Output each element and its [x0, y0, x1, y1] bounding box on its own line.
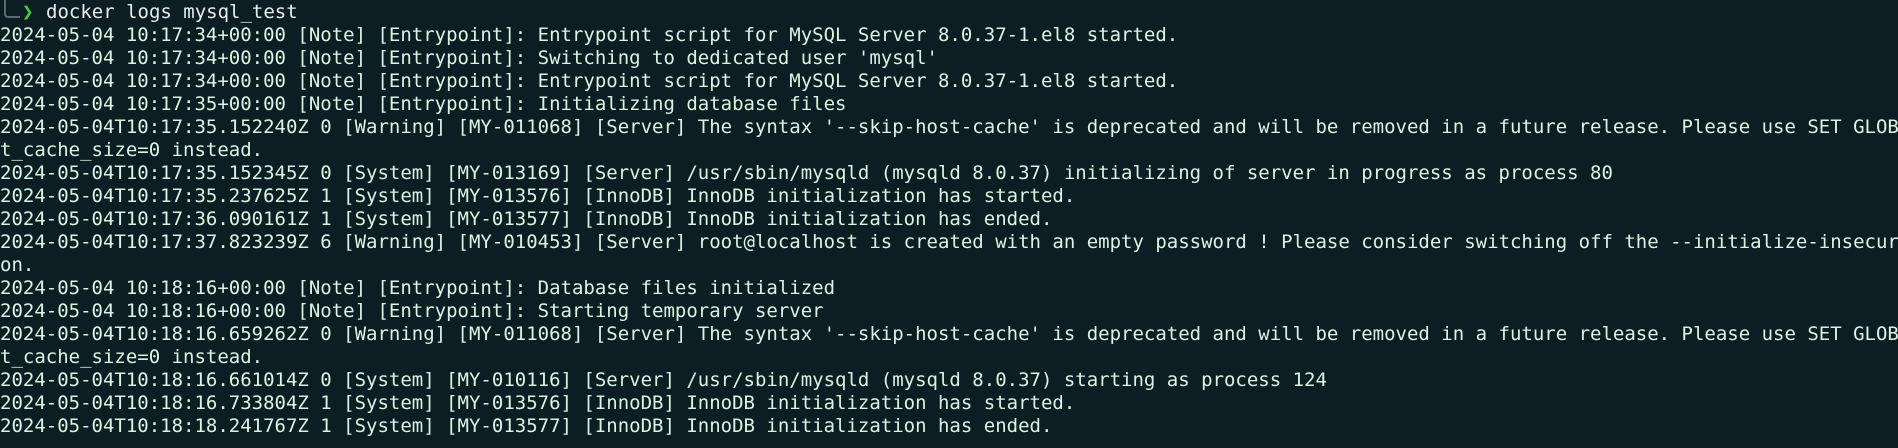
log-line: t_cache_size=0 instead.	[0, 346, 264, 368]
log-line: 2024-05-04T10:17:35.152345Z 0 [System] […	[0, 162, 1613, 184]
log-line: on.	[0, 254, 35, 276]
log-line: 2024-05-04T10:17:36.090161Z 1 [System] […	[0, 208, 1053, 230]
log-output: 2024-05-04 10:17:34+00:00 [Note] [Entryp…	[0, 24, 1898, 438]
prompt-corner-connector	[4, 0, 20, 18]
log-line: t_cache_size=0 instead.	[0, 139, 264, 161]
command-text: docker logs mysql_test	[46, 1, 298, 23]
log-line: 2024-05-04T10:17:37.823239Z 6 [Warning] …	[0, 231, 1898, 253]
prompt-chevron-icon: ❯	[22, 1, 34, 23]
log-line: 2024-05-04 10:17:35+00:00 [Note] [Entryp…	[0, 93, 847, 115]
terminal-window[interactable]: ❯ docker logs mysql_test 2024-05-04 10:1…	[0, 0, 1898, 448]
log-line: 2024-05-04T10:18:16.659262Z 0 [Warning] …	[0, 323, 1898, 345]
log-line: 2024-05-04 10:17:34+00:00 [Note] [Entryp…	[0, 24, 1179, 46]
log-line: 2024-05-04T10:17:35.152240Z 0 [Warning] …	[0, 116, 1898, 138]
log-line: 2024-05-04T10:17:35.237625Z 1 [System] […	[0, 185, 1076, 207]
log-line: 2024-05-04 10:18:16+00:00 [Note] [Entryp…	[0, 277, 836, 299]
log-line: 2024-05-04 10:17:34+00:00 [Note] [Entryp…	[0, 47, 938, 69]
log-line: 2024-05-04 10:17:34+00:00 [Note] [Entryp…	[0, 70, 1179, 92]
log-line: 2024-05-04 10:18:16+00:00 [Note] [Entryp…	[0, 300, 824, 322]
prompt-line: ❯ docker logs mysql_test	[0, 0, 1898, 24]
log-line: 2024-05-04T10:18:16.733804Z 1 [System] […	[0, 392, 1076, 414]
log-line: 2024-05-04T10:18:16.661014Z 0 [System] […	[0, 369, 1327, 391]
log-line: 2024-05-04T10:18:18.241767Z 1 [System] […	[0, 415, 1053, 437]
